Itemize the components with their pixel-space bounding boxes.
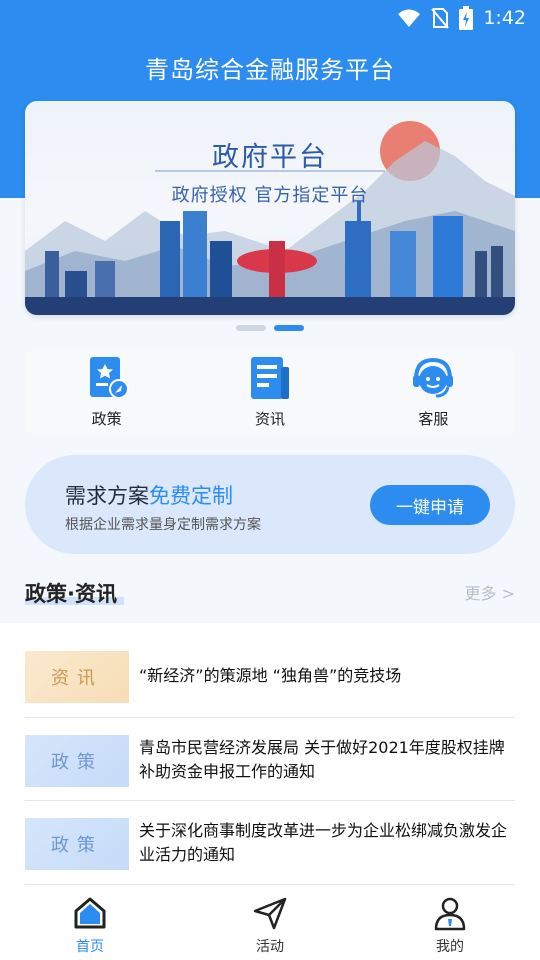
quick-item-news[interactable]: 资讯 bbox=[188, 351, 351, 433]
tab-label-activity: 活动 bbox=[256, 939, 284, 955]
home-icon bbox=[74, 897, 106, 929]
tab-label-home: 首页 bbox=[76, 939, 104, 955]
news-list: 资讯 “新经济”的策源地 “独角兽”的竞技场 政策 青岛市民营经济发展局 关于做… bbox=[0, 623, 540, 885]
quick-label-customer-service: 客服 bbox=[418, 410, 449, 428]
banner-title: 政府平台 bbox=[212, 142, 328, 173]
bottom-tab-bar: 首页 活动 我的 bbox=[0, 885, 540, 960]
carousel-dot-active[interactable] bbox=[274, 325, 304, 331]
demand-title-accent: 免费定制 bbox=[149, 484, 233, 508]
status-bar: 1:42 bbox=[0, 0, 540, 36]
quick-menu: 政策 资讯 客服 bbox=[25, 351, 515, 433]
quick-item-customer-service[interactable]: 客服 bbox=[352, 351, 515, 433]
quick-label-news: 资讯 bbox=[254, 410, 285, 428]
apply-button[interactable]: 一键申请 bbox=[370, 485, 490, 525]
section-title: 政策·资讯 bbox=[25, 582, 117, 606]
battery-charging-icon bbox=[459, 6, 474, 30]
wifi-icon bbox=[397, 8, 421, 28]
quick-label-policy: 政策 bbox=[91, 410, 122, 428]
policy-icon bbox=[89, 357, 129, 399]
demand-card: 需求方案免费定制 根据企业需求量身定制需求方案 一键申请 bbox=[25, 455, 515, 554]
demand-title: 需求方案免费定制 bbox=[65, 480, 233, 510]
banner-subtitle: 政府授权 官方指定平台 bbox=[171, 185, 369, 206]
list-item[interactable]: 政策 关于深化商事制度改革进一步为企业松绑减负激发企业活力的通知 bbox=[25, 809, 515, 877]
tab-mine[interactable]: 我的 bbox=[360, 885, 540, 960]
news-title: 青岛市民营经济发展局 关于做好2021年度股权挂牌补助资金申报工作的通知 bbox=[139, 738, 505, 781]
banner-carousel[interactable]: 政府平台 政府授权 官方指定平台 bbox=[25, 101, 515, 315]
user-icon bbox=[434, 897, 466, 931]
news-tag-info: 资讯 bbox=[25, 651, 129, 703]
divider bbox=[25, 717, 515, 718]
send-icon bbox=[253, 897, 287, 930]
list-item[interactable]: 资讯 “新经济”的策源地 “独角兽”的竞技场 bbox=[25, 642, 515, 710]
news-tag-policy: 政策 bbox=[25, 735, 129, 787]
demand-title-main: 需求方案 bbox=[65, 484, 149, 508]
news-tag-policy: 政策 bbox=[25, 818, 129, 870]
news-icon bbox=[250, 357, 289, 399]
tab-label-mine: 我的 bbox=[436, 939, 464, 955]
quick-item-policy[interactable]: 政策 bbox=[25, 351, 188, 433]
status-time: 1:42 bbox=[483, 7, 526, 29]
more-link[interactable]: 更多 > bbox=[465, 580, 516, 604]
banner-cityscape-image bbox=[25, 121, 515, 315]
divider bbox=[25, 800, 515, 801]
no-sim-icon bbox=[431, 7, 450, 29]
demand-subtitle: 根据企业需求量身定制需求方案 bbox=[65, 517, 261, 533]
page-title: 青岛综合金融服务平台 bbox=[145, 56, 395, 84]
list-item[interactable]: 政策 青岛市民营经济发展局 关于做好2021年度股权挂牌补助资金申报工作的通知 bbox=[25, 726, 515, 794]
carousel-dot[interactable] bbox=[236, 325, 266, 331]
news-title: “新经济”的策源地 “独角兽”的竞技场 bbox=[139, 666, 402, 685]
customer-service-icon bbox=[413, 357, 454, 398]
news-title: 关于深化商事制度改革进一步为企业松绑减负激发企业活力的通知 bbox=[139, 821, 508, 864]
carousel-indicator bbox=[236, 325, 304, 331]
tab-activity[interactable]: 活动 bbox=[180, 885, 360, 960]
tab-home[interactable]: 首页 bbox=[0, 885, 180, 960]
